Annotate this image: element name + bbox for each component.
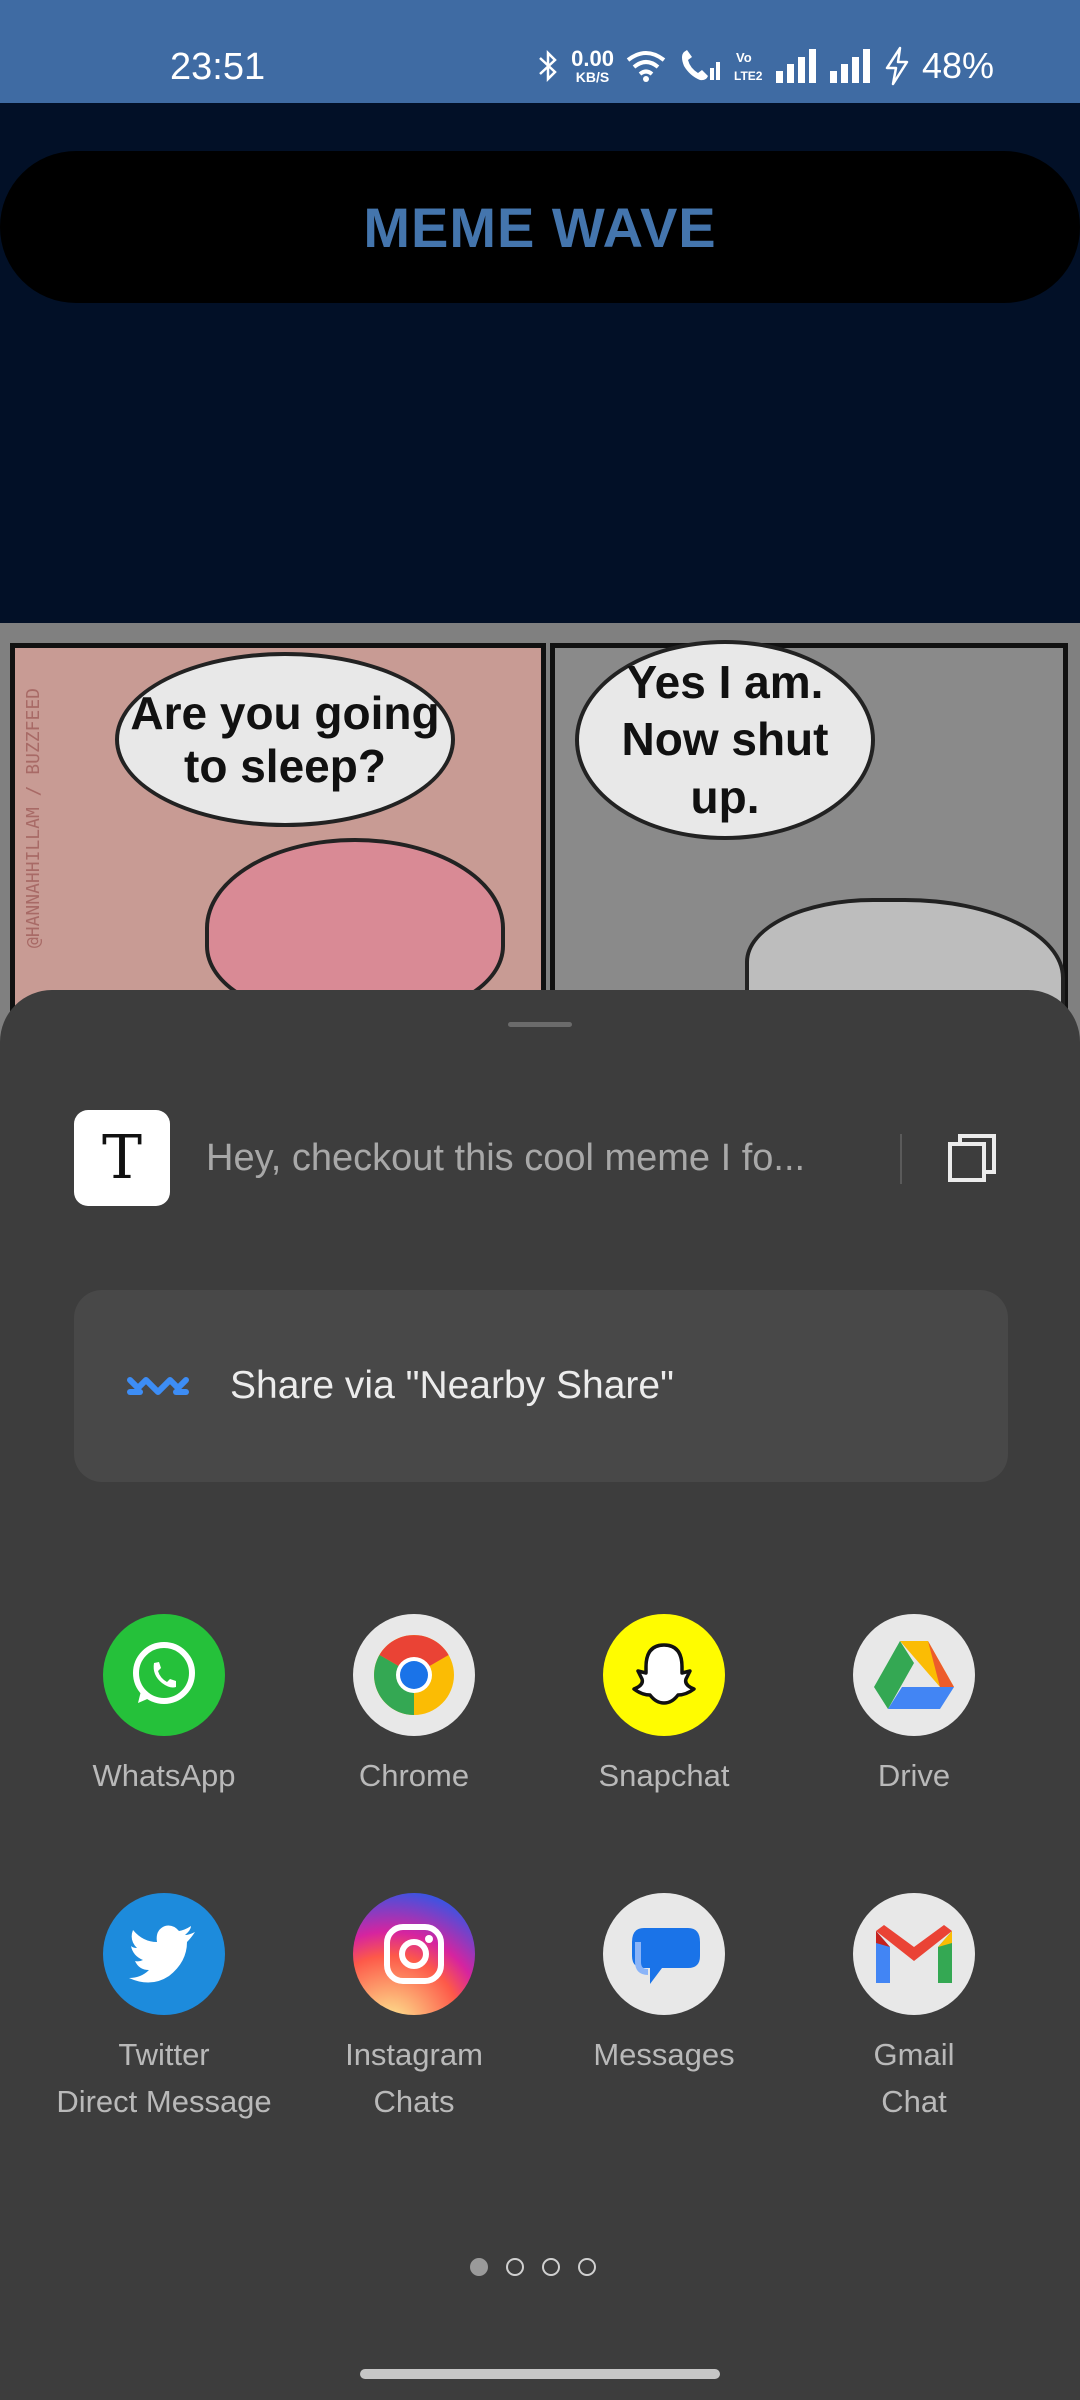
share-target-messages[interactable]: Messages	[539, 1893, 789, 2078]
share-target-chrome[interactable]: Chrome	[289, 1614, 539, 1799]
meme-panel-left: @HANNAHHILLAM / BUZZFEED Are you going t…	[10, 643, 546, 1043]
network-speed: 0.00 KB/S	[571, 46, 614, 85]
speed-unit: KB/S	[575, 69, 610, 85]
signal-1-icon	[775, 49, 816, 83]
share-target-twitter-dm[interactable]: Twitter Direct Message	[39, 1893, 289, 2125]
battery-percentage: 48%	[921, 45, 994, 86]
share-target-drive[interactable]: Drive	[789, 1614, 1039, 1799]
app-title: MEME WAVE	[363, 195, 717, 259]
app-label: Instagram Chats	[345, 2037, 483, 2119]
meme-image: @HANNAHHILLAM / BUZZFEED Are you going t…	[0, 623, 1080, 1043]
status-bar: 23:51 0.00 KB/S Vo LTE2 48%	[0, 0, 1080, 103]
gesture-navigation-bar[interactable]	[360, 2369, 720, 2379]
preview-text: Hey, checkout this cool meme I fo...	[206, 1136, 806, 1179]
instagram-icon	[353, 1893, 475, 2015]
snapchat-icon	[603, 1614, 725, 1736]
app-label: Messages	[593, 2037, 735, 2072]
speed-value: 0.00	[571, 46, 614, 71]
share-target-snapchat[interactable]: Snapchat	[539, 1614, 789, 1799]
speech-bubble-left: Are you going to sleep?	[115, 652, 455, 827]
app-label: Snapchat	[598, 1758, 730, 1793]
signal-2-icon	[829, 49, 870, 83]
copy-icon[interactable]	[944, 1130, 1000, 1186]
chrome-icon	[353, 1614, 475, 1736]
app-label: Gmail Chat	[873, 2037, 955, 2119]
preview-divider	[900, 1134, 902, 1184]
share-target-whatsapp[interactable]: WhatsApp	[39, 1614, 289, 1799]
nearby-share-label: Share via "Nearby Share"	[230, 1364, 674, 1407]
wifi-icon	[626, 51, 666, 82]
volte-icon: Vo LTE2	[734, 50, 763, 83]
page-dot-3[interactable]	[542, 2258, 560, 2276]
left-bubble-text: Are you going to sleep?	[130, 686, 440, 792]
meme-credit: @HANNAHHILLAM / BUZZFEED	[23, 688, 44, 949]
page-indicator	[470, 2258, 596, 2276]
share-target-gmail-chat[interactable]: Gmail Chat	[789, 1893, 1039, 2125]
app-label: Twitter Direct Message	[56, 2037, 272, 2119]
gmail-icon	[853, 1893, 975, 2015]
page-dot-2[interactable]	[506, 2258, 524, 2276]
charging-icon	[885, 46, 909, 86]
right-bubble-text: Yes I am. Now shut up.	[621, 655, 829, 823]
twitter-icon	[103, 1893, 225, 2015]
svg-text:LTE2: LTE2	[734, 69, 763, 83]
drive-icon	[853, 1614, 975, 1736]
page-dot-1[interactable]	[470, 2258, 488, 2276]
nearby-share-button[interactable]: Share via "Nearby Share"	[74, 1290, 1008, 1482]
meme-panel-right: Yes I am. Now shut up.	[550, 640, 1068, 1043]
app-label: WhatsApp	[92, 1758, 236, 1793]
sheet-drag-handle[interactable]	[508, 1022, 572, 1027]
app-header: MEME WAVE	[0, 151, 1080, 303]
status-time: 23:51	[170, 46, 266, 88]
app-label: Drive	[877, 1758, 951, 1793]
speech-bubble-right: Yes I am. Now shut up.	[575, 640, 875, 840]
svg-text:Vo: Vo	[736, 50, 752, 65]
wifi-calling-icon	[681, 50, 720, 81]
text-type-icon: T	[74, 1110, 170, 1206]
status-icons: 0.00 KB/S Vo LTE2 48%	[537, 44, 994, 88]
text-type-glyph: T	[101, 1123, 143, 1193]
bluetooth-icon	[539, 49, 557, 83]
nearby-share-icon	[127, 1377, 189, 1395]
text-preview: T Hey, checkout this cool meme I fo...	[74, 1110, 1014, 1206]
messages-icon	[603, 1893, 725, 2015]
app-label: Chrome	[358, 1758, 470, 1793]
whatsapp-icon	[103, 1614, 225, 1736]
share-target-instagram-chats[interactable]: Instagram Chats	[289, 1893, 539, 2125]
page-dot-4[interactable]	[578, 2258, 596, 2276]
